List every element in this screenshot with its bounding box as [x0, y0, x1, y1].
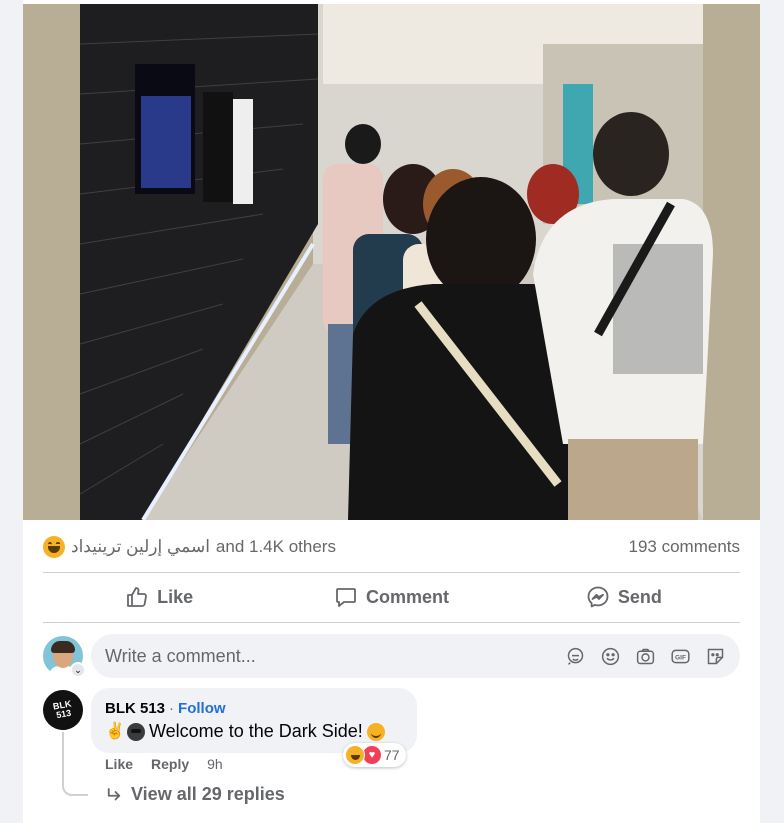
gif-icon[interactable]: GIF	[670, 646, 691, 667]
current-user-avatar[interactable]: ⌄	[43, 636, 86, 678]
smile-icon	[366, 722, 385, 741]
comment-like-link[interactable]: Like	[105, 756, 133, 772]
composer-tools: GIF	[565, 646, 726, 667]
send-button[interactable]: Send	[508, 574, 740, 620]
avatar-text-line2: 513	[55, 707, 72, 721]
comment-reply-link[interactable]: Reply	[151, 756, 189, 772]
post-stats: اسمي إرلين ترينيداد and 1.4K others 193 …	[43, 532, 740, 562]
reactions-names[interactable]: اسمي إرلين ترينيداد	[71, 537, 210, 557]
comment-bubble-icon	[336, 588, 356, 607]
view-replies-label: View all 29 replies	[131, 784, 285, 804]
divider	[43, 622, 740, 623]
reply-arrow-icon	[107, 787, 121, 800]
victory-hand-icon: ✌	[105, 722, 125, 740]
post-photo[interactable]	[23, 4, 760, 520]
comments-count[interactable]: 193 comments	[629, 537, 741, 557]
haha-reaction-icon	[43, 536, 65, 558]
view-replies-link[interactable]: View all 29 replies	[105, 784, 285, 805]
comment-author[interactable]: BLK 513	[105, 700, 165, 717]
post-card: اسمي إرلين ترينيداد and 1.4K others 193 …	[23, 0, 760, 823]
comment-input[interactable]	[105, 645, 565, 667]
messenger-icon	[587, 586, 609, 608]
comment-button[interactable]: Comment	[275, 574, 507, 620]
like-button[interactable]: Like	[43, 574, 275, 620]
comment-meta: Like Reply 9h	[105, 756, 223, 772]
haha-reaction-icon	[345, 745, 365, 765]
separator: ·	[169, 700, 175, 717]
divider	[43, 572, 740, 573]
reactions-summary[interactable]: اسمي إرلين ترينيداد and 1.4K others	[43, 536, 336, 558]
chevron-down-icon[interactable]: ⌄	[70, 662, 86, 678]
comment-reaction-count: 77	[384, 747, 400, 763]
emoji-icon[interactable]	[600, 646, 621, 667]
thumbs-up-icon	[127, 587, 148, 607]
comment-input-wrapper: GIF	[91, 634, 740, 678]
commenter-avatar[interactable]: BLK 513	[39, 686, 87, 734]
comment-text: Welcome to the Dark Side!	[149, 721, 363, 741]
comment-label: Comment	[365, 586, 449, 607]
love-reaction-icon: ♥	[362, 745, 382, 765]
follow-link[interactable]: Follow	[178, 700, 226, 717]
gif-label: GIF	[675, 654, 686, 661]
reactions-others[interactable]: and 1.4K others	[216, 537, 336, 557]
comment-time[interactable]: 9h	[207, 756, 223, 772]
camera-icon[interactable]	[635, 646, 656, 667]
like-label: Like	[157, 586, 194, 607]
post-action-bar: Like Comment Send	[43, 574, 740, 620]
thread-line	[62, 732, 88, 796]
sticker-icon[interactable]	[705, 646, 726, 667]
avatar-sticker-icon[interactable]	[565, 646, 586, 667]
send-label: Send	[617, 586, 662, 607]
dark-face-icon	[127, 722, 145, 741]
comment-composer: ⌄ GIF	[43, 634, 740, 678]
comment-reactions[interactable]: ♥ 77	[343, 743, 406, 767]
